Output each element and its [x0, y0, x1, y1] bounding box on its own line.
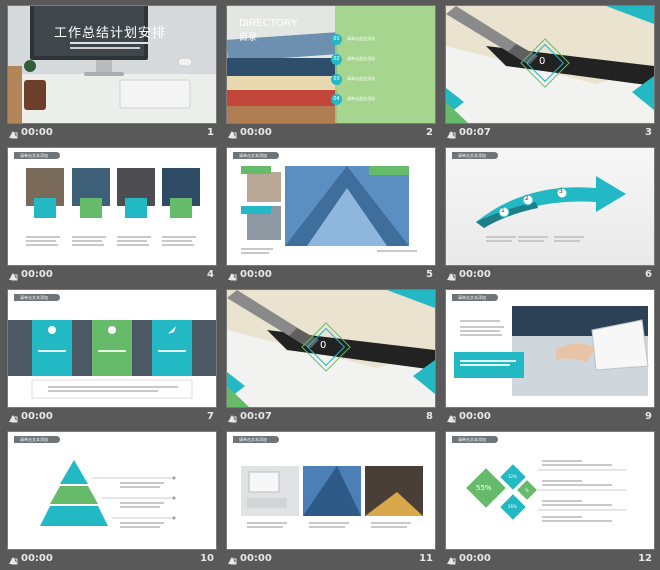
four-photo-cards	[26, 168, 200, 218]
slide-meta: 00:00 6	[446, 269, 654, 285]
slide-number: 2	[426, 127, 433, 138]
slide-canvas: 0	[446, 6, 654, 123]
slide-meta: 00:00 2	[227, 127, 435, 143]
pyramid-diagram	[40, 460, 176, 526]
directory-item[interactable]: 02 请单击此处添加	[331, 52, 431, 72]
directory-item[interactable]: 04 请单击此处添加	[331, 92, 431, 112]
slide-number: 9	[645, 411, 652, 422]
step-number: 3	[559, 188, 563, 195]
slide-thumbnail-10[interactable]: 请单击文本添加 00:00 10	[8, 432, 216, 570]
slide-thumbnail-11[interactable]: 请单击文本添加 00:00 11	[227, 432, 435, 570]
center-number: 0	[320, 340, 327, 351]
percent-low: 26%	[508, 504, 517, 509]
slide-thumbnail-9[interactable]: 请单击文本添加 00:00 9	[446, 290, 654, 428]
slide-number: 11	[419, 553, 433, 564]
transition-star-icon	[228, 415, 237, 423]
directory-heading-cn: 目录	[239, 33, 258, 43]
transition-time: 00:00	[240, 269, 272, 280]
slide-canvas: 0	[227, 290, 435, 407]
slide-thumbnail-1[interactable]: 工作总结计划安排 00:00 1	[8, 6, 216, 144]
transition-time: 00:00	[459, 553, 491, 564]
slide-title: 工作总结计划安排	[54, 26, 167, 41]
slide-sorter: 工作总结计划安排 00:00 1 DIRECTORY 目录 01 请单击此处添加…	[0, 0, 660, 568]
slide-meta: 00:00 7	[8, 411, 216, 427]
slide-canvas: 请单击文本添加	[8, 290, 216, 407]
slide-meta: 00:00 1	[8, 127, 216, 143]
transition-star-icon	[447, 273, 456, 281]
percent-mid: %	[525, 488, 529, 493]
slide-canvas: 请单击文本添加	[227, 148, 435, 265]
slide-canvas: 请单击文本添加	[446, 290, 654, 407]
slide-number: 3	[645, 127, 652, 138]
slide-meta: 00:00 10	[8, 553, 216, 569]
slide-canvas: 请单击文本添加 1 2 3	[446, 148, 654, 265]
slide-number: 12	[638, 553, 652, 564]
transition-time: 00:00	[21, 127, 53, 138]
center-number: 0	[539, 56, 546, 67]
transition-time: 00:00	[240, 553, 272, 564]
three-photo-columns	[241, 466, 423, 516]
handshake-document-photo	[454, 306, 649, 396]
transition-star-icon	[228, 131, 237, 139]
transition-time: 00:00	[21, 411, 53, 422]
transition-star-icon	[447, 131, 456, 139]
transition-star-icon	[447, 415, 456, 423]
slide-canvas: 请单击文本添加 55% 32% % 26%	[446, 432, 654, 549]
transition-time: 00:00	[459, 269, 491, 280]
transition-time: 00:00	[21, 269, 53, 280]
transition-star-icon	[228, 557, 237, 565]
transition-star-icon	[447, 557, 456, 565]
transition-time: 00:00	[459, 411, 491, 422]
slide-meta: 00:07 3	[446, 127, 654, 143]
slide-meta: 00:00 5	[227, 269, 435, 285]
percent-small: 32%	[508, 474, 517, 479]
transition-time: 00:07	[459, 127, 491, 138]
slide-thumbnail-8[interactable]: 0 00:07 8	[227, 290, 435, 428]
slide-thumbnail-12[interactable]: 请单击文本添加 55% 32% % 26% 00:00 12	[446, 432, 654, 570]
slide-thumbnail-3[interactable]: 0 00:07 3	[446, 6, 654, 144]
notebook-pen-photo	[227, 290, 435, 407]
directory-item[interactable]: 03 请单击此处添加	[331, 72, 431, 92]
slide-thumbnail-2[interactable]: DIRECTORY 目录 01 请单击此处添加 02 请单击此处添加 03 请单…	[227, 6, 435, 144]
slide-subtitle	[70, 42, 150, 44]
percent-big: 55%	[476, 484, 492, 492]
slide-number: 5	[426, 269, 433, 280]
slide-canvas: 请单击文本添加	[8, 432, 216, 549]
step-number: 1	[501, 207, 505, 214]
slide-number: 8	[426, 411, 433, 422]
transition-star-icon	[9, 415, 18, 423]
slide-thumbnail-4[interactable]: 请单击文本添加 00:00 4	[8, 148, 216, 286]
slide-number: 1	[207, 127, 214, 138]
slide-thumbnail-7[interactable]: 请单击文本添加 00:00 7	[8, 290, 216, 428]
transition-time: 00:07	[240, 411, 272, 422]
directory-list: 01 请单击此处添加 02 请单击此处添加 03 请单击此处添加 04 请单击此…	[331, 32, 431, 112]
slide-canvas: 请单击文本添加	[8, 148, 216, 265]
slide-meta: 00:00 11	[227, 553, 435, 569]
slide-meta: 00:07 8	[227, 411, 435, 427]
slide-number: 6	[645, 269, 652, 280]
slide-meta: 00:00 4	[8, 269, 216, 285]
transition-star-icon	[9, 273, 18, 281]
transition-star-icon	[9, 131, 18, 139]
slide-number: 7	[207, 411, 214, 422]
slide-thumbnail-6[interactable]: 请单击文本添加 1 2 3 00:00 6	[446, 148, 654, 286]
transition-star-icon	[228, 273, 237, 281]
transition-star-icon	[9, 557, 18, 565]
step-number: 2	[525, 195, 529, 202]
directory-item[interactable]: 01 请单击此处添加	[331, 32, 431, 52]
slide-meta: 00:00 12	[446, 553, 654, 569]
slide-number: 10	[200, 553, 214, 564]
notebook-pen-photo	[446, 6, 654, 123]
slide-number: 4	[207, 269, 214, 280]
slide-canvas: DIRECTORY 目录 01 请单击此处添加 02 请单击此处添加 03 请单…	[227, 6, 435, 123]
slide-meta: 00:00 9	[446, 411, 654, 427]
slide-canvas: 工作总结计划安排	[8, 6, 216, 123]
transition-time: 00:00	[21, 553, 53, 564]
transition-time: 00:00	[240, 127, 272, 138]
slide-canvas: 请单击文本添加	[227, 432, 435, 549]
arrow-process-graphic	[476, 176, 626, 228]
directory-heading-en: DIRECTORY	[239, 18, 298, 29]
slide-thumbnail-5[interactable]: 请单击文本添加 00:00 5	[227, 148, 435, 286]
